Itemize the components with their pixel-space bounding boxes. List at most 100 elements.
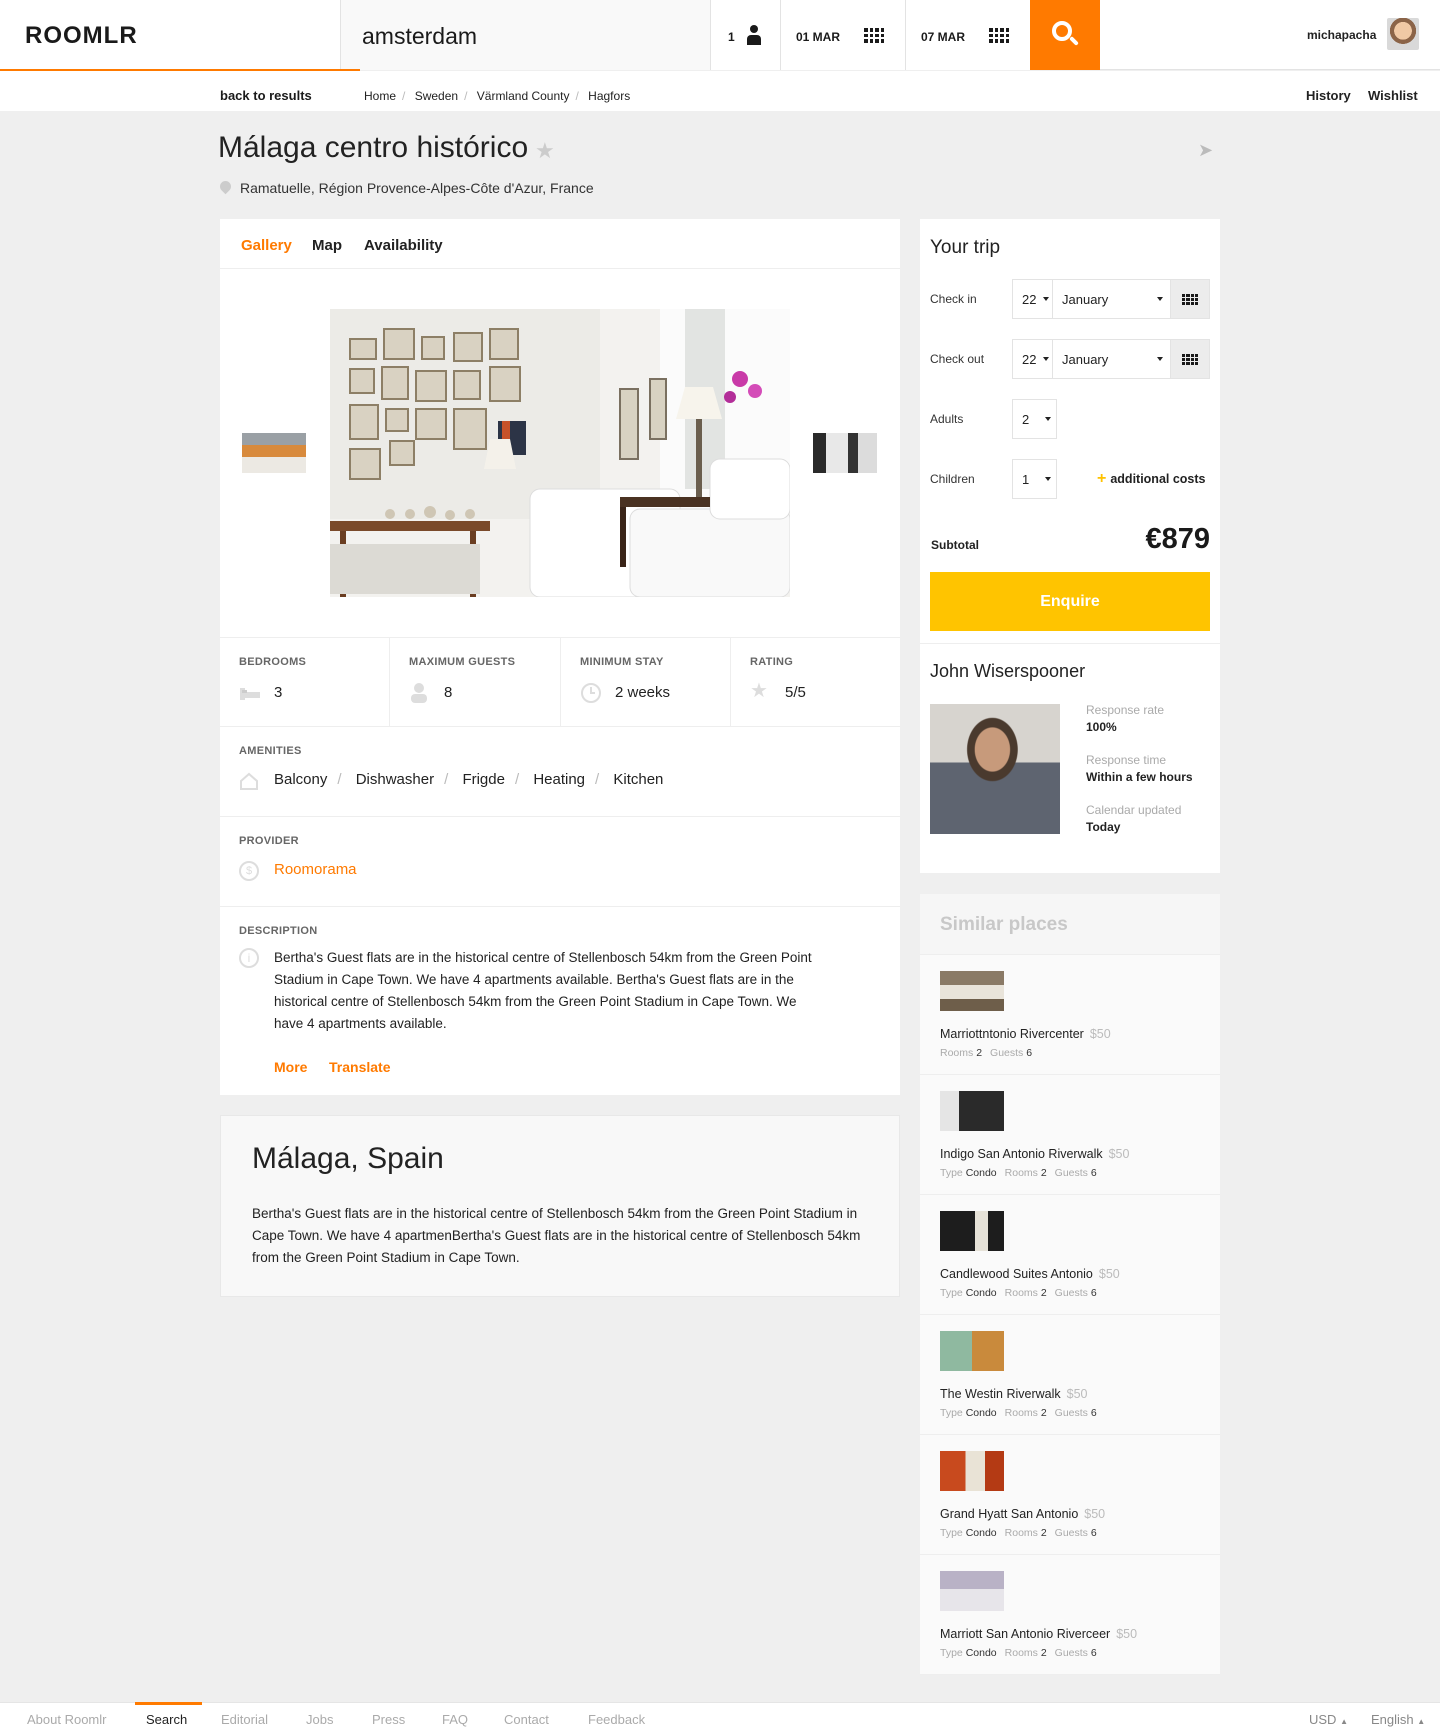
breadcrumb-item[interactable]: Home <box>364 89 396 103</box>
gallery-prev-thumbnail[interactable] <box>242 433 306 473</box>
select-value: 22 <box>1022 292 1037 307</box>
back-to-results-link[interactable]: back to results <box>220 88 312 103</box>
footer-link-feedback[interactable]: Feedback <box>588 1712 645 1727</box>
checkin-date: 01 MAR <box>796 30 841 44</box>
search-button[interactable] <box>1030 0 1100 70</box>
similar-place-meta: Rooms 2 Guests 6 <box>940 1047 1033 1059</box>
home-icon <box>239 771 259 791</box>
checkout-calendar-button[interactable] <box>1170 339 1210 379</box>
similar-place-meta: Type Condo Rooms 2 Guests 6 <box>940 1647 1097 1659</box>
similar-place-price: $50 <box>1098 1267 1120 1281</box>
similar-place-name: Indigo San Antonio Riverwalk $50 <box>940 1147 1130 1161</box>
host-photo[interactable] <box>930 704 1060 834</box>
section-label: AMENITIES <box>239 745 302 757</box>
similar-place-thumbnail <box>940 1451 1004 1491</box>
children-label: Children <box>930 472 975 486</box>
breadcrumb-item[interactable]: Sweden <box>415 89 458 103</box>
username[interactable]: michapacha <box>1307 28 1376 42</box>
chevron-up-icon: ▲ <box>1340 1717 1348 1726</box>
similar-place-item[interactable]: Candlewood Suites Antonio $50 Type Condo R… <box>920 1195 1220 1315</box>
stat-value: 8 <box>444 684 453 701</box>
trip-title: Your trip <box>930 237 1001 258</box>
page-title: Málaga centro histórico <box>218 131 529 164</box>
similar-place-item[interactable]: Indigo San Antonio Riverwalk $50 Type Con… <box>920 1075 1220 1195</box>
gallery-main-photo <box>330 309 790 597</box>
share-icon[interactable]: ➤ <box>1198 140 1213 161</box>
footer: About Roomlr Search Editorial Jobs Press… <box>0 1702 1440 1732</box>
gallery-next-thumbnail[interactable] <box>813 433 877 473</box>
similar-place-item[interactable]: Marriottntonio Rivercenter $50 Rooms 2 Gue… <box>920 955 1220 1075</box>
checkout-day-select[interactable]: 22 <box>1012 339 1053 379</box>
breadcrumb: Home / Sweden / Värmland County / Hagfors <box>364 89 631 103</box>
tab-map[interactable]: Map <box>312 237 342 254</box>
sub-navbar: back to results Home / Sweden / Värmland C… <box>0 71 1440 111</box>
similar-place-name: Marriottntonio Rivercenter $50 <box>940 1027 1111 1041</box>
similar-place-item[interactable]: Marriott San Antonio Riverceer $50 Type C… <box>920 1555 1220 1675</box>
adults-select[interactable]: 2 <box>1012 399 1057 439</box>
currency-value: USD <box>1309 1712 1337 1727</box>
host-name[interactable]: John Wiserspooner <box>930 661 1085 682</box>
checkout-date-selector[interactable]: 07 MAR <box>905 0 1030 70</box>
similar-place-meta: Type Condo Rooms 2 Guests 6 <box>940 1407 1097 1419</box>
breadcrumb-item[interactable]: Värmland County <box>477 89 570 103</box>
select-value: January <box>1062 352 1109 367</box>
similar-place-price: $50 <box>1089 1027 1111 1041</box>
amenities-list: Balcony / Dishwasher / Frigde / Heating / Ki… <box>274 771 664 788</box>
similar-place-price: $50 <box>1116 1627 1138 1641</box>
children-select[interactable]: 1 <box>1012 459 1057 499</box>
calendar-icon <box>989 28 1009 43</box>
checkin-month-select[interactable]: January <box>1052 279 1171 319</box>
footer-link-search[interactable]: Search <box>146 1712 187 1727</box>
plus-icon: + <box>1097 470 1107 487</box>
wishlist-link[interactable]: Wishlist <box>1368 88 1418 103</box>
tab-availability[interactable]: Availability <box>364 237 443 254</box>
response-rate-label: Response rate <box>1086 703 1165 717</box>
history-link[interactable]: History <box>1306 88 1351 103</box>
footer-link-jobs[interactable]: Jobs <box>306 1712 333 1727</box>
enquire-button[interactable]: Enquire <box>930 572 1210 631</box>
avatar[interactable] <box>1387 18 1419 50</box>
amenity-item: Kitchen <box>613 771 664 788</box>
more-link[interactable]: More <box>274 1059 307 1075</box>
language-selector[interactable]: English ▲ <box>1371 1712 1425 1727</box>
checkin-date-selector[interactable]: 01 MAR <box>780 0 905 70</box>
footer-link-contact[interactable]: Contact <box>504 1712 549 1727</box>
footer-link-editorial[interactable]: Editorial <box>221 1712 268 1727</box>
stat-value: 2 weeks <box>615 684 671 701</box>
search-input[interactable]: amsterdam <box>340 0 710 70</box>
logo[interactable]: ROOMLR <box>25 22 138 50</box>
similar-place-item[interactable]: The Westin Riverwalk $50 Type Condo Rooms … <box>920 1315 1220 1435</box>
stat-value: 3 <box>274 684 283 701</box>
city-title: Málaga, Spain <box>252 1142 444 1175</box>
dollar-icon: $ <box>239 861 259 881</box>
tab-gallery[interactable]: Gallery <box>241 237 292 254</box>
similar-places-card: Similar places Marriottntonio Rivercente… <box>920 894 1220 1675</box>
provider-link[interactable]: Roomorama <box>274 861 357 878</box>
footer-link-press[interactable]: Press <box>372 1712 405 1727</box>
additional-costs-link[interactable]: + additional costs <box>1097 470 1206 488</box>
currency-selector[interactable]: USD ▲ <box>1309 1712 1348 1727</box>
chevron-down-icon <box>1043 297 1049 301</box>
similar-place-meta: Type Condo Rooms 2 Guests 6 <box>940 1167 1097 1179</box>
response-rate-value: 100% <box>1086 720 1117 734</box>
amenities-section: AMENITIES Balcony / Dishwasher / Frigde / H… <box>220 727 900 817</box>
translate-link[interactable]: Translate <box>329 1059 390 1075</box>
favorite-star-icon[interactable]: ★ <box>535 138 555 164</box>
checkout-month-select[interactable]: January <box>1052 339 1171 379</box>
footer-link-about[interactable]: About Roomlr <box>27 1712 106 1727</box>
breadcrumb-item[interactable]: Hagfors <box>588 89 630 103</box>
star-icon: ★ <box>750 680 768 702</box>
similar-place-name: Marriott San Antonio Riverceer $50 <box>940 1627 1138 1641</box>
similar-place-item[interactable]: Grand Hyatt San Antonio $50 Type Condo Roo… <box>920 1435 1220 1555</box>
similar-place-thumbnail <box>940 1211 1004 1251</box>
checkout-label: Check out <box>930 352 985 366</box>
similar-place-thumbnail <box>940 1331 1004 1371</box>
guests-selector[interactable]: 1 <box>710 0 780 70</box>
similar-place-name: Grand Hyatt San Antonio $50 <box>940 1507 1106 1521</box>
listing-card: Gallery Map Availability BEDROOMS 3 MAXI… <box>220 219 900 1095</box>
stat-min-stay: MINIMUM STAY 2 weeks <box>561 638 731 727</box>
footer-link-faq[interactable]: FAQ <box>442 1712 468 1727</box>
checkin-calendar-button[interactable] <box>1170 279 1210 319</box>
subtotal-value: €879 <box>1145 523 1210 555</box>
checkin-day-select[interactable]: 22 <box>1012 279 1053 319</box>
